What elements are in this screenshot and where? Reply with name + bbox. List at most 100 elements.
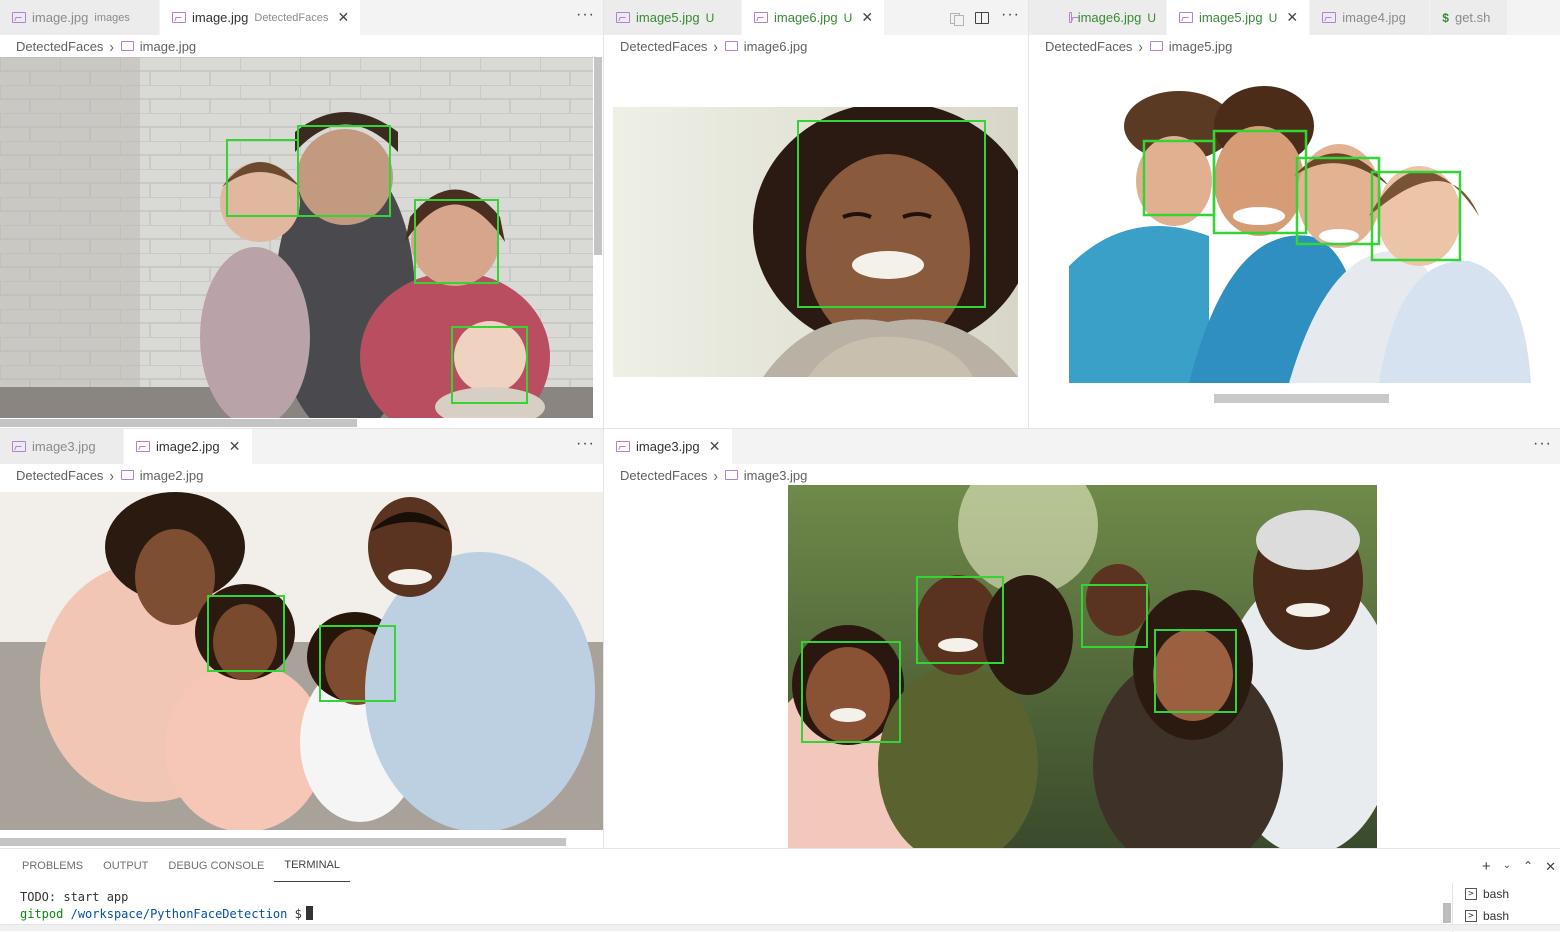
tab-bar: image3.jpg ✕ ··· bbox=[604, 429, 1560, 464]
tab-image2-jpg[interactable]: image2.jpg ✕ bbox=[124, 429, 253, 464]
tab-label: image4.jpg bbox=[1342, 10, 1406, 25]
image-file-icon bbox=[136, 441, 150, 452]
terminal-item[interactable]: > bash bbox=[1453, 883, 1560, 905]
tab-image-jpg-images[interactable]: image.jpg images bbox=[0, 0, 160, 35]
image-file-icon bbox=[1179, 12, 1193, 23]
more-actions-icon[interactable]: ··· bbox=[576, 6, 595, 29]
maximize-panel-icon[interactable]: ⌃ bbox=[1523, 860, 1533, 872]
shell-script-icon: $ bbox=[1442, 10, 1449, 25]
breadcrumb-file[interactable]: image6.jpg bbox=[744, 39, 808, 54]
breadcrumb-file[interactable]: image3.jpg bbox=[744, 468, 808, 483]
untracked-badge: U bbox=[705, 10, 715, 25]
terminal-prompt: gitpod /workspace/PythonFaceDetection $ bbox=[20, 906, 313, 923]
image-file-icon bbox=[12, 12, 26, 23]
chevron-right-icon: › bbox=[109, 37, 114, 55]
image-file-icon bbox=[172, 12, 186, 23]
image-file-icon bbox=[616, 12, 630, 23]
untracked-badge: U bbox=[843, 10, 853, 25]
image-preview-family-couch bbox=[0, 492, 603, 830]
tab-bar: image3.jpg image2.jpg ✕ ··· bbox=[0, 429, 603, 464]
terminal-item-label: bash bbox=[1483, 887, 1510, 901]
breadcrumb-folder[interactable]: DetectedFaces bbox=[16, 39, 103, 54]
chevron-right-icon: › bbox=[713, 466, 718, 484]
breadcrumb-folder[interactable]: DetectedFaces bbox=[1045, 39, 1132, 54]
breadcrumb: DetectedFaces › image3.jpg bbox=[604, 464, 1560, 486]
tab-debug-console[interactable]: DEBUG CONSOLE bbox=[158, 849, 274, 883]
editor-group-bottom-left: image3.jpg image2.jpg ✕ ··· DetectedFace… bbox=[0, 429, 603, 848]
tab-label: image5.jpg bbox=[636, 10, 700, 25]
breadcrumb-file[interactable]: image.jpg bbox=[140, 39, 196, 54]
close-icon[interactable]: ✕ bbox=[336, 9, 350, 25]
breadcrumb: DetectedFaces › image5.jpg bbox=[1029, 35, 1560, 57]
tab-image6-jpg[interactable]: image6.jpg U ✕ bbox=[742, 0, 886, 35]
close-icon[interactable]: ✕ bbox=[708, 438, 722, 454]
tab-label: image5.jpg bbox=[1199, 10, 1263, 25]
tab-label: image.jpg bbox=[192, 10, 249, 25]
breadcrumb-folder[interactable]: DetectedFaces bbox=[620, 39, 707, 54]
tab-get-sh[interactable]: $ get.sh bbox=[1430, 0, 1509, 35]
horizontal-scrollbar[interactable] bbox=[0, 838, 566, 846]
chevron-down-icon[interactable]: ⌄ bbox=[1503, 861, 1511, 871]
tab-image3-jpg[interactable]: image3.jpg ✕ bbox=[604, 429, 733, 464]
editor-group-top-left: image.jpg images image.jpg DetectedFaces… bbox=[0, 0, 603, 428]
editor-group-top-middle: image5.jpg U image6.jpg U ✕ ··· Detected… bbox=[604, 0, 1028, 428]
tab-description: DetectedFaces bbox=[254, 11, 329, 24]
tab-bar: image.jpg images image.jpg DetectedFaces… bbox=[0, 0, 603, 35]
tab-label: image6.jpg bbox=[1077, 10, 1142, 25]
breadcrumb-file[interactable]: image2.jpg bbox=[140, 468, 204, 483]
tab-image3-jpg[interactable]: image3.jpg bbox=[0, 429, 124, 464]
tab-label: image2.jpg bbox=[156, 439, 220, 454]
close-icon[interactable]: ✕ bbox=[860, 9, 874, 25]
editor-actions: ··· bbox=[949, 0, 1028, 35]
tab-problems[interactable]: PROBLEMS bbox=[12, 849, 93, 883]
image-preview-family-four bbox=[0, 57, 593, 418]
tab-terminal[interactable]: TERMINAL bbox=[274, 849, 350, 882]
chevron-right-icon: › bbox=[713, 37, 718, 55]
new-terminal-icon[interactable]: + bbox=[1482, 859, 1491, 874]
open-changes-icon[interactable] bbox=[949, 12, 965, 26]
breadcrumb-folder[interactable]: DetectedFaces bbox=[620, 468, 707, 483]
close-panel-icon[interactable]: ✕ bbox=[1545, 860, 1556, 873]
tab-image6-jpg[interactable]: image6.jpg U bbox=[1029, 0, 1167, 35]
close-icon[interactable]: ✕ bbox=[1285, 9, 1299, 25]
tab-output[interactable]: OUTPUT bbox=[93, 849, 158, 883]
breadcrumb-folder[interactable]: DetectedFaces bbox=[16, 468, 103, 483]
more-actions-icon[interactable]: ··· bbox=[1001, 6, 1020, 29]
editor-actions: ··· bbox=[1533, 429, 1560, 464]
more-actions-icon[interactable]: ··· bbox=[576, 435, 595, 458]
tab-label: image3.jpg bbox=[32, 439, 96, 454]
image-preview-woman-smiling bbox=[613, 107, 1018, 377]
tab-bar: image5.jpg U image6.jpg U ✕ ··· bbox=[604, 0, 1028, 35]
chevron-right-icon: › bbox=[1138, 37, 1143, 55]
horizontal-scrollbar[interactable] bbox=[0, 419, 357, 427]
tab-image4-jpg[interactable]: image4.jpg bbox=[1310, 0, 1431, 35]
tab-label: image6.jpg bbox=[774, 10, 838, 25]
image-file-icon bbox=[12, 441, 26, 452]
panel-tabs: PROBLEMS OUTPUT DEBUG CONSOLE TERMINAL bbox=[12, 849, 350, 883]
image-file-icon bbox=[120, 41, 134, 51]
prompt-path: /workspace/PythonFaceDetection bbox=[70, 907, 288, 921]
image-preview-family-five bbox=[1069, 86, 1531, 408]
image-file-icon bbox=[754, 12, 768, 23]
breadcrumb-file[interactable]: image5.jpg bbox=[1169, 39, 1233, 54]
tab-image-jpg-detectedfaces[interactable]: image.jpg DetectedFaces ✕ bbox=[160, 0, 362, 35]
image-file-icon bbox=[1149, 41, 1163, 51]
image-file-icon bbox=[1069, 12, 1072, 23]
vertical-scrollbar[interactable] bbox=[594, 57, 602, 255]
terminal-icon: > bbox=[1465, 888, 1477, 900]
split-editor-icon[interactable] bbox=[975, 11, 990, 24]
tab-label: get.sh bbox=[1454, 10, 1491, 25]
bottom-panel: PROBLEMS OUTPUT DEBUG CONSOLE TERMINAL +… bbox=[0, 848, 1560, 932]
close-icon[interactable]: ✕ bbox=[228, 438, 242, 454]
untracked-badge: U bbox=[1268, 10, 1278, 25]
tab-image5-jpg[interactable]: image5.jpg U bbox=[604, 0, 742, 35]
untracked-badge: U bbox=[1147, 10, 1156, 25]
more-actions-icon[interactable]: ··· bbox=[1533, 435, 1552, 458]
tab-bar: image6.jpg U image5.jpg U ✕ image4.jpg $… bbox=[1029, 0, 1560, 35]
terminal-scrollbar[interactable] bbox=[1443, 903, 1451, 923]
editor-actions: ··· bbox=[576, 429, 603, 464]
breadcrumb: DetectedFaces › image2.jpg bbox=[0, 464, 603, 486]
terminal-output[interactable]: TODO: start app gitpod /workspace/Python… bbox=[20, 889, 313, 923]
editor-group-top-right: image6.jpg U image5.jpg U ✕ image4.jpg $… bbox=[1029, 0, 1560, 428]
tab-image5-jpg[interactable]: image5.jpg U ✕ bbox=[1167, 0, 1311, 35]
